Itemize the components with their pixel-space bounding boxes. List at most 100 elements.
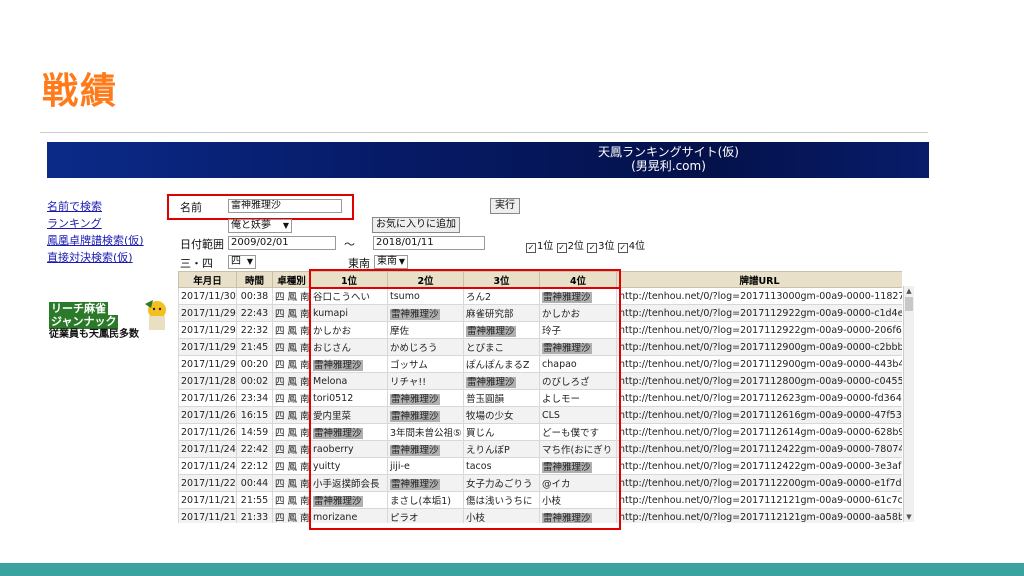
nav-link-ranking[interactable]: ランキング (47, 215, 144, 232)
cell-log-url[interactable]: http://tenhou.net/0/?log=2017113000gm-00… (616, 287, 902, 305)
scroll-thumb[interactable] (905, 297, 913, 311)
cell-time: 21:33 (236, 508, 273, 523)
cell-text: http://tenhou.net/0/?log=2017112121gm-00… (619, 511, 902, 523)
cell-text: 四 鳳 南 (275, 445, 310, 456)
add-favorite-button[interactable]: お気に入りに追加 (372, 217, 460, 233)
cell-text: 2017/11/26 (181, 409, 236, 421)
table-scrollbar[interactable]: ▲ ▼ (903, 286, 914, 522)
cell-text: 四 鳳 南 (275, 496, 310, 507)
date-from-input[interactable]: 2009/02/01 (228, 236, 336, 250)
nav-link-head-to-head[interactable]: 直接対決検索(仮) (47, 249, 144, 266)
rank-1-checkbox[interactable]: ✓ 1位 (526, 241, 553, 253)
cell-text: 2017/11/21 (181, 511, 236, 523)
cell-date: 2017/11/22 (178, 474, 237, 492)
cell-log-url[interactable]: http://tenhou.net/0/?log=2017112900gm-00… (616, 338, 902, 356)
cell-table-type: 四 鳳 南 (272, 304, 311, 322)
cell-log-url[interactable]: http://tenhou.net/0/?log=2017112121gm-00… (616, 491, 902, 509)
col-header-date[interactable]: 年月日 (178, 271, 237, 288)
cell-text: http://tenhou.net/0/?log=2017112922gm-00… (619, 307, 902, 319)
check-icon: ✓ (556, 243, 567, 253)
cell-log-url[interactable]: http://tenhou.net/0/?log=2017112900gm-00… (616, 355, 902, 373)
round-select[interactable]: 東南 ▼ (374, 255, 408, 269)
ad-line-3: 従業員も天鳳民多数 (49, 329, 139, 340)
cell-text: http://tenhou.net/0/?log=2017112900gm-00… (619, 358, 902, 370)
rank-3-checkbox[interactable]: ✓ 3位 (587, 241, 615, 253)
cell-time: 22:42 (236, 440, 273, 458)
rank-4-checkbox[interactable]: ✓ 4位 (617, 241, 645, 253)
cell-text: 四 鳳 南 (275, 343, 310, 354)
col-header-log-url[interactable]: 牌譜URL (616, 271, 902, 288)
cell-log-url[interactable]: http://tenhou.net/0/?log=2017112922gm-00… (616, 321, 902, 339)
cell-log-url[interactable]: http://tenhou.net/0/?log=2017112614gm-00… (616, 423, 902, 441)
col-header-time[interactable]: 時間 (236, 271, 273, 288)
cell-log-url[interactable]: http://tenhou.net/0/?log=2017112200gm-00… (616, 474, 902, 492)
col-header-table-type[interactable]: 卓種別 (272, 271, 311, 288)
cell-date: 2017/11/29 (178, 304, 237, 322)
cell-text: 2017/11/26 (181, 392, 236, 404)
cell-date: 2017/11/26 (178, 389, 237, 407)
slide-title: 戦績 (42, 71, 119, 112)
ad-banner[interactable]: リーチ麻雀 ジャンナック 従業員も天鳳民多数 (49, 300, 169, 342)
opponent-select-value: 俺と妖夢 (231, 220, 271, 231)
cell-log-url[interactable]: http://tenhou.net/0/?log=2017112422gm-00… (616, 457, 902, 475)
cell-log-url[interactable]: http://tenhou.net/0/?log=2017112623gm-00… (616, 389, 902, 407)
cell-table-type: 四 鳳 南 (272, 321, 311, 339)
cell-date: 2017/11/30 (178, 287, 237, 305)
cell-time: 00:02 (236, 372, 273, 390)
cell-text: 2017/11/29 (181, 358, 236, 370)
run-button[interactable]: 実行 (490, 198, 520, 214)
cell-text: 16:15 (240, 409, 269, 421)
cell-table-type: 四 鳳 南 (272, 474, 311, 492)
cell-table-type: 四 鳳 南 (272, 287, 311, 305)
cell-date: 2017/11/29 (178, 338, 237, 356)
cell-table-type: 四 鳳 南 (272, 440, 311, 458)
name-label: 名前 (180, 201, 202, 214)
cell-log-url[interactable]: http://tenhou.net/0/?log=2017112800gm-00… (616, 372, 902, 390)
nav-link-name-search[interactable]: 名前で検索 (47, 198, 144, 215)
cell-time: 21:55 (236, 491, 273, 509)
rank-checkboxes: ✓ 1位 ✓ 2位 ✓ 3位 ✓ 4位 (526, 237, 645, 253)
scroll-down-icon[interactable]: ▼ (904, 512, 914, 522)
cell-text: 2017/11/29 (181, 324, 236, 336)
cell-date: 2017/11/26 (178, 423, 237, 441)
cell-text: 四 鳳 南 (275, 326, 310, 337)
mode-select-value: 四 (231, 256, 241, 267)
title-divider (40, 132, 928, 133)
cell-text: http://tenhou.net/0/?log=2017113000gm-00… (619, 290, 902, 302)
cell-text: 四 鳳 南 (275, 411, 310, 422)
cell-log-url[interactable]: http://tenhou.net/0/?log=2017112422gm-00… (616, 440, 902, 458)
date-to-input[interactable]: 2018/01/11 (373, 236, 485, 250)
mode-select[interactable]: 四 ▼ (228, 255, 256, 269)
cell-time: 22:43 (236, 304, 273, 322)
scroll-up-icon[interactable]: ▲ (904, 286, 914, 296)
mode-label: 三・四 (180, 257, 213, 270)
rank-columns-highlight (309, 269, 621, 530)
cell-text: http://tenhou.net/0/?log=2017112614gm-00… (619, 426, 902, 438)
cell-log-url[interactable]: http://tenhou.net/0/?log=2017112922gm-00… (616, 304, 902, 322)
side-nav: 名前で検索 ランキング 鳳凰卓牌譜検索(仮) 直接対決検索(仮) (47, 198, 144, 266)
cell-text: 四 鳳 南 (275, 292, 310, 303)
check-icon: ✓ (587, 243, 598, 253)
cell-text: 21:33 (240, 511, 269, 523)
cell-date: 2017/11/24 (178, 457, 237, 475)
cell-text: 00:02 (240, 375, 269, 387)
cell-time: 22:32 (236, 321, 273, 339)
cell-time: 21:45 (236, 338, 273, 356)
cell-time: 00:44 (236, 474, 273, 492)
cell-log-url[interactable]: http://tenhou.net/0/?log=2017112121gm-00… (616, 508, 902, 523)
cell-table-type: 四 鳳 南 (272, 508, 311, 523)
cell-text: 2017/11/29 (181, 341, 236, 353)
cell-date: 2017/11/28 (178, 372, 237, 390)
date-tilde: ～ (344, 238, 355, 251)
name-input[interactable]: 雷神雅理沙 (228, 199, 342, 213)
rank-2-checkbox[interactable]: ✓ 2位 (556, 241, 584, 253)
nav-link-houou-log-search[interactable]: 鳳凰卓牌譜検索(仮) (47, 232, 144, 249)
cell-date: 2017/11/24 (178, 440, 237, 458)
cell-text: 21:45 (240, 341, 269, 353)
opponent-select[interactable]: 俺と妖夢 ▼ (228, 219, 292, 233)
cell-log-url[interactable]: http://tenhou.net/0/?log=2017112616gm-00… (616, 406, 902, 424)
cell-text: 四 鳳 南 (275, 428, 310, 439)
ad-line-1: リーチ麻雀 (49, 302, 108, 316)
cell-text: http://tenhou.net/0/?log=2017112422gm-00… (619, 460, 902, 472)
cell-text: 22:32 (240, 324, 269, 336)
